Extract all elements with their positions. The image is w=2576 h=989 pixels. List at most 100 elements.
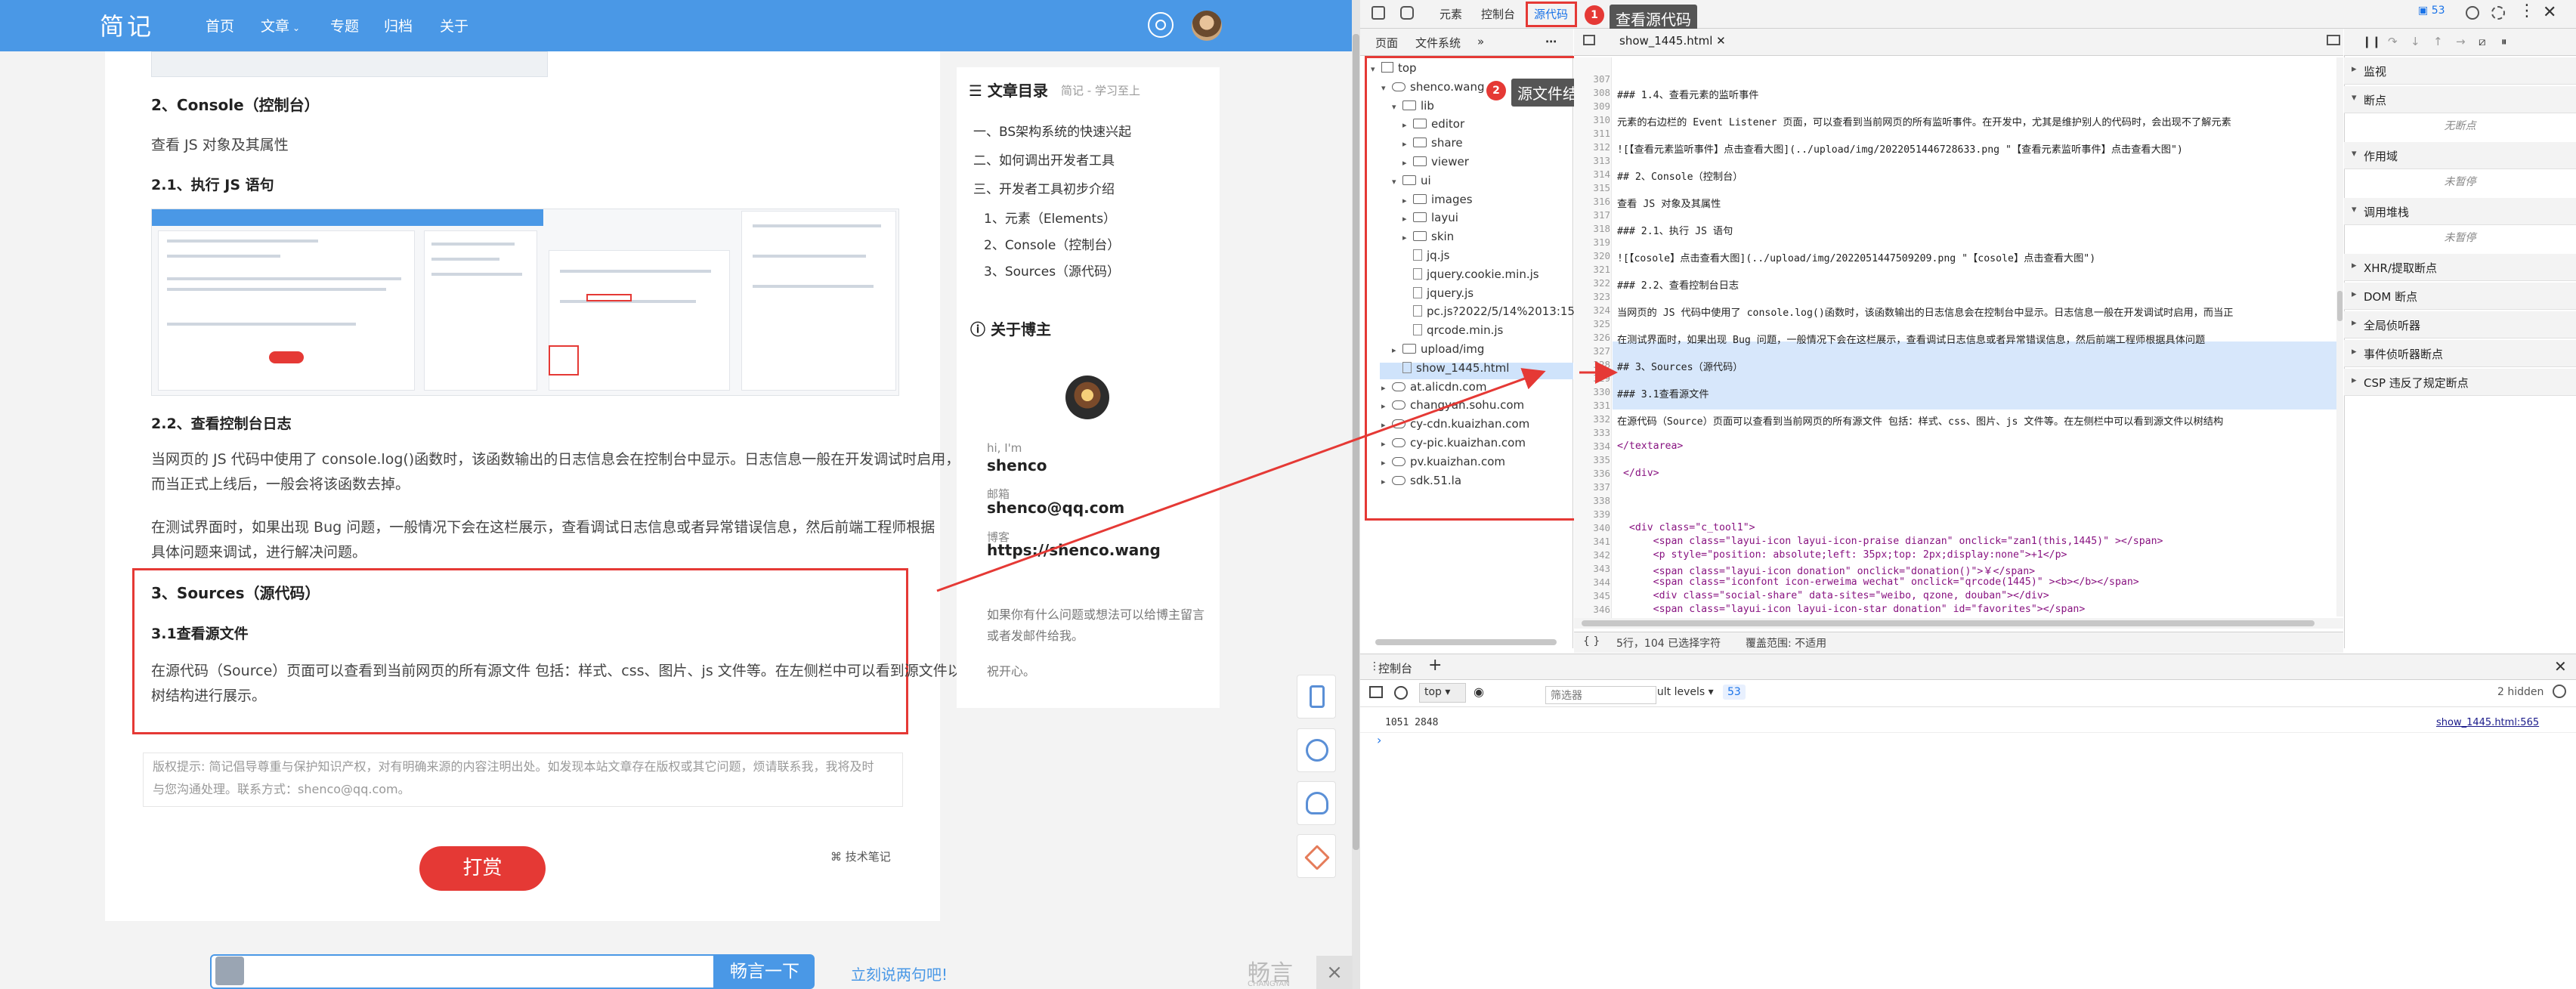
line-number[interactable]: 346 [1574, 604, 1610, 615]
about-email[interactable]: shenco@qq.com [987, 499, 1124, 517]
line-number[interactable]: 319 [1574, 236, 1610, 248]
eye-icon[interactable]: ◉ [1474, 685, 1484, 699]
code-line[interactable]: 当网页的 JS 代码中使用了 console.log()函数时，该函数输出的日志… [1617, 304, 2335, 319]
line-number[interactable]: 317 [1574, 209, 1610, 221]
line-number[interactable]: 321 [1574, 264, 1610, 275]
remote-icon[interactable] [2491, 6, 2505, 20]
site-logo[interactable]: 简记 [100, 8, 154, 42]
console-prompt[interactable]: › [1377, 733, 1381, 747]
line-number[interactable]: 327 [1574, 345, 1610, 357]
code-line[interactable]: ![【查看元素监听事件】点击查看大图](../upload/img/202205… [1617, 141, 2335, 156]
toc-item[interactable]: 2、Console（控制台） [984, 234, 1120, 253]
line-number[interactable]: 322 [1574, 277, 1610, 289]
step-over-icon[interactable]: ↷ [2388, 35, 2398, 48]
debugger-section[interactable]: 事件侦听器断点 [2344, 340, 2576, 367]
page-scrollbar-thumb[interactable] [1353, 34, 1359, 850]
code-line[interactable]: ## 2、Console（控制台） [1617, 168, 2335, 183]
toc-item[interactable]: 三、开发者工具初步介绍 [973, 178, 1115, 197]
more-options-icon[interactable]: ⋯ [1545, 35, 1557, 48]
step-into-icon[interactable]: ↓ [2411, 35, 2420, 48]
nav-tab-more[interactable]: » [1477, 35, 1484, 48]
avatar[interactable] [1192, 11, 1222, 41]
editor-tab-file[interactable]: show_1445.html ✕ [1619, 34, 1726, 48]
line-number[interactable]: 337 [1574, 481, 1610, 493]
line-number[interactable]: 331 [1574, 400, 1610, 411]
line-number[interactable]: 310 [1574, 114, 1610, 125]
clear-console-icon[interactable] [1394, 686, 1408, 700]
line-number[interactable]: 329 [1574, 372, 1610, 384]
article-image-console[interactable] [151, 209, 899, 396]
code-line[interactable]: <span class="layui-icon layui-icon-star … [1617, 604, 2335, 615]
debugger-section[interactable]: XHR/提取断点 [2344, 254, 2576, 281]
editor-vscroll[interactable] [2336, 57, 2343, 617]
debugger-section[interactable]: CSP 违反了规定断点 [2344, 369, 2576, 396]
line-number[interactable]: 334 [1574, 440, 1610, 452]
code-line[interactable]: ### 1.4、查看元素的监听事件 [1617, 87, 2335, 101]
console-settings-icon[interactable] [2553, 685, 2566, 698]
nav-tab-filesystem[interactable]: 文件系统 [1415, 35, 1461, 51]
code-line[interactable]: ## 3、Sources（源代码） [1617, 359, 2335, 373]
toc-item[interactable]: 3、Sources（源代码） [984, 261, 1120, 280]
line-number[interactable]: 333 [1574, 427, 1610, 438]
settings-icon[interactable] [2466, 6, 2479, 20]
line-number[interactable]: 315 [1574, 182, 1610, 193]
code-line[interactable]: ### 2.1、执行 JS 语句 [1617, 223, 2335, 237]
about-blog[interactable]: https://shenco.wang [987, 541, 1161, 559]
console-log-source[interactable]: show_1445.html:565 [2436, 717, 2539, 728]
device-toggle-icon[interactable] [1400, 6, 1414, 20]
line-number[interactable]: 344 [1574, 576, 1610, 588]
toc-item[interactable]: 一、BS架构系统的快速兴起 [973, 121, 1131, 140]
search-icon[interactable] [1148, 12, 1174, 38]
line-number[interactable]: 313 [1574, 155, 1610, 166]
close-drawer-icon[interactable]: ✕ [2554, 657, 2567, 675]
line-number[interactable]: 324 [1574, 304, 1610, 316]
console-issues[interactable]: 53 [1723, 685, 1746, 700]
line-number[interactable]: 318 [1574, 223, 1610, 234]
debugger-section[interactable]: 全局侦听器 [2344, 311, 2576, 338]
code-line[interactable]: <p style="position: absolute;left: 35px;… [1617, 549, 2335, 561]
line-number[interactable]: 323 [1574, 291, 1610, 302]
line-number[interactable]: 320 [1574, 250, 1610, 261]
line-number[interactable]: 336 [1574, 468, 1610, 479]
tab-console[interactable]: 控制台 [1481, 6, 1515, 22]
debugger-section[interactable]: 作用域 [2344, 142, 2576, 169]
close-devtools-icon[interactable]: ✕ [2543, 3, 2556, 22]
issues-badge[interactable]: ▣ 53 [2418, 5, 2445, 17]
line-number[interactable]: 309 [1574, 100, 1610, 112]
article-image-elements[interactable] [151, 51, 548, 77]
nav-about[interactable]: 关于 [440, 15, 469, 36]
code-line[interactable]: </textarea> [1617, 440, 2335, 452]
close-tab-icon[interactable]: ✕ [1716, 34, 1726, 48]
navigator-toggle-icon[interactable] [1583, 35, 1595, 45]
nav-topics[interactable]: 专题 [330, 15, 359, 36]
debugger-section[interactable]: 断点 [2344, 86, 2576, 113]
line-number[interactable]: 340 [1574, 522, 1610, 533]
line-number[interactable]: 343 [1574, 563, 1610, 574]
line-number[interactable]: 311 [1574, 128, 1610, 139]
code-line[interactable]: ### 2.2、查看控制台日志 [1617, 277, 2335, 292]
code-line[interactable]: 在测试界面时，如果出现 Bug 问题，一般情况下会在这栏展示，查看调试日志信息或… [1617, 332, 2335, 346]
code-line[interactable]: 查看 JS 对象及其属性 [1617, 196, 2335, 210]
code-line[interactable]: ### 3.1查看源文件 [1617, 386, 2335, 400]
debugger-section[interactable]: 监视 [2344, 57, 2576, 85]
mobile-icon[interactable] [1297, 675, 1336, 719]
more-options-icon[interactable]: ⋮ [2519, 2, 2535, 20]
code-line[interactable]: <div class="c_tool1"> [1617, 522, 2335, 533]
wechat-icon[interactable] [1297, 728, 1336, 772]
line-number[interactable]: 338 [1574, 495, 1610, 506]
pretty-print-icon[interactable]: { } [1583, 635, 1600, 647]
line-number[interactable]: 341 [1574, 536, 1610, 547]
line-number[interactable]: 312 [1574, 141, 1610, 153]
code-line[interactable]: 在源代码（Source）页面可以查看到当前网页的所有源文件 包括：样式、css、… [1617, 413, 2335, 428]
line-number[interactable]: 325 [1574, 318, 1610, 329]
back-to-top-icon[interactable] [1297, 834, 1336, 878]
step-icon[interactable]: → [2456, 35, 2466, 48]
code-line[interactable]: <span class="layui-icon donation" onclic… [1617, 563, 2335, 577]
code-line[interactable]: </div> [1617, 468, 2335, 479]
toc-item[interactable]: 1、元素（Elements） [984, 208, 1116, 227]
drawer-tab-console[interactable]: 控制台 [1378, 660, 1412, 676]
line-number[interactable]: 316 [1574, 196, 1610, 207]
reward-button[interactable]: 打赏 [419, 846, 546, 891]
qq-icon[interactable] [1297, 781, 1336, 825]
line-number[interactable]: 330 [1574, 386, 1610, 397]
